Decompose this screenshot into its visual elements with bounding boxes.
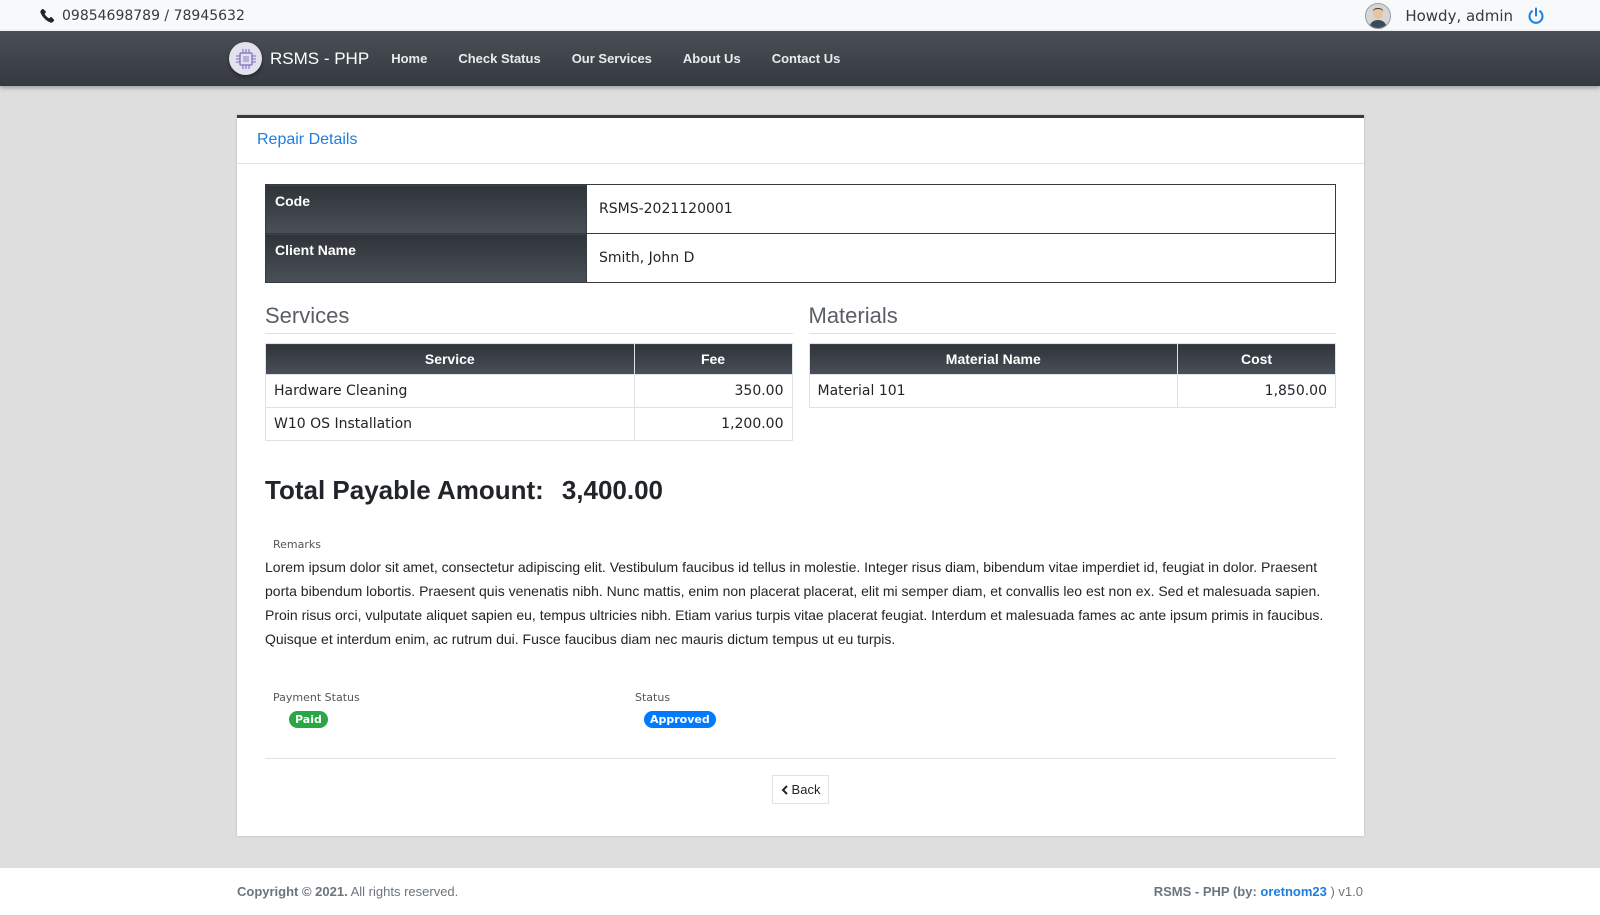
service-fee: 1,200.00 bbox=[633, 407, 793, 441]
table-row: W10 OS Installation 1,200.00 bbox=[265, 407, 793, 441]
author-link[interactable]: oretnom23 bbox=[1260, 884, 1326, 899]
remarks-label: Remarks bbox=[273, 538, 321, 551]
table-row: Client Name Smith, John D bbox=[265, 233, 1336, 283]
copyright: Copyright © 2021. All rights reserved. bbox=[237, 884, 458, 899]
materials-heading: Materials bbox=[808, 303, 1336, 334]
top-bar: 09854698789 / 78945632 Howdy, admin bbox=[0, 0, 1600, 31]
divider bbox=[265, 758, 1336, 759]
status-badge: Approved bbox=[644, 711, 716, 728]
status-label: Status bbox=[635, 691, 671, 704]
chip-icon bbox=[235, 48, 256, 69]
payment-status-label: Payment Status bbox=[273, 691, 360, 704]
table-header-row: Material Name Cost bbox=[808, 343, 1336, 375]
cost-column-header: Cost bbox=[1177, 343, 1336, 375]
greeting: Howdy, admin bbox=[1405, 6, 1513, 25]
credit-prefix: RSMS - PHP (by: bbox=[1153, 884, 1261, 899]
card-header: Repair Details bbox=[237, 118, 1364, 164]
card-title: Repair Details bbox=[257, 131, 358, 148]
client-name-value: Smith, John D bbox=[586, 233, 1336, 283]
status-row: Payment Status Paid Status Approved bbox=[265, 691, 1336, 728]
nav-link-our-services[interactable]: Our Services bbox=[572, 51, 652, 66]
credit: RSMS - PHP (by: oretnom23 ) v1.0 bbox=[1154, 884, 1363, 899]
table-row: Material 101 1,850.00 bbox=[808, 374, 1336, 408]
services-column: Services Service Fee Hardware Cleaning 3… bbox=[265, 303, 793, 441]
card-body: Code RSMS-2021120001 Client Name Smith, … bbox=[237, 164, 1364, 824]
material-name: Material 101 bbox=[808, 374, 1179, 408]
credit-suffix: ) v1.0 bbox=[1326, 884, 1363, 899]
repair-details-card: Repair Details Code RSMS-2021120001 Clie… bbox=[237, 115, 1364, 836]
material-cost: 1,850.00 bbox=[1177, 374, 1336, 408]
copyright-year: Copyright © 2021. bbox=[237, 884, 348, 899]
contact-phone: 09854698789 / 78945632 bbox=[40, 8, 245, 24]
service-name: Hardware Cleaning bbox=[265, 374, 635, 408]
chevron-left-icon bbox=[781, 784, 788, 795]
power-logout-icon[interactable] bbox=[1527, 7, 1545, 25]
material-name-column-header: Material Name bbox=[808, 343, 1179, 375]
service-fee: 350.00 bbox=[633, 374, 793, 408]
payment-status-group: Payment Status Paid bbox=[265, 691, 627, 728]
materials-table: Material Name Cost Material 101 1,850.00 bbox=[808, 343, 1337, 408]
page-footer: Copyright © 2021. All rights reserved. R… bbox=[0, 868, 1600, 915]
table-row: Code RSMS-2021120001 bbox=[265, 184, 1336, 234]
nav-link-about-us[interactable]: About Us bbox=[683, 51, 741, 66]
nav-link-check-status[interactable]: Check Status bbox=[458, 51, 540, 66]
materials-column: Materials Material Name Cost Material 10… bbox=[808, 303, 1337, 441]
status-group: Status Approved bbox=[627, 691, 989, 728]
service-name: W10 OS Installation bbox=[265, 407, 635, 441]
services-table: Service Fee Hardware Cleaning 350.00 W10… bbox=[265, 343, 793, 441]
user-area: Howdy, admin bbox=[1365, 2, 1545, 29]
client-name-label: Client Name bbox=[265, 233, 587, 283]
total-amount: 3,400.00 bbox=[561, 475, 664, 505]
nav-link-contact-us[interactable]: Contact Us bbox=[772, 51, 841, 66]
payment-status-badge: Paid bbox=[289, 711, 328, 728]
main-navbar: RSMS - PHP Home Check Status Our Service… bbox=[0, 31, 1600, 86]
table-header-row: Service Fee bbox=[265, 343, 793, 375]
back-button-label: Back bbox=[791, 782, 821, 797]
repair-info-table: Code RSMS-2021120001 Client Name Smith, … bbox=[265, 184, 1336, 283]
code-value: RSMS-2021120001 bbox=[586, 184, 1336, 234]
card-footer: Back bbox=[265, 775, 1336, 804]
total-label: Total Payable Amount: bbox=[265, 475, 544, 505]
brand-logo bbox=[229, 42, 262, 75]
brand-name: RSMS - PHP bbox=[270, 48, 370, 68]
services-materials-section: Services Service Fee Hardware Cleaning 3… bbox=[265, 303, 1336, 441]
service-column-header: Service bbox=[265, 343, 635, 375]
table-row: Hardware Cleaning 350.00 bbox=[265, 374, 793, 408]
remarks-text: Lorem ipsum dolor sit amet, consectetur … bbox=[265, 559, 1324, 647]
phone-icon bbox=[40, 8, 55, 23]
code-label: Code bbox=[265, 184, 587, 234]
copyright-rest: All rights reserved. bbox=[347, 884, 459, 899]
nav-link-home[interactable]: Home bbox=[391, 51, 427, 66]
phone-numbers: 09854698789 / 78945632 bbox=[62, 7, 245, 24]
fee-column-header: Fee bbox=[633, 343, 793, 375]
user-avatar-icon bbox=[1366, 3, 1391, 28]
brand[interactable]: RSMS - PHP bbox=[229, 42, 369, 75]
back-button[interactable]: Back bbox=[771, 775, 830, 804]
total-payable: Total Payable Amount: 3,400.00 bbox=[265, 475, 1336, 506]
avatar[interactable] bbox=[1365, 2, 1392, 29]
services-heading: Services bbox=[265, 303, 793, 334]
